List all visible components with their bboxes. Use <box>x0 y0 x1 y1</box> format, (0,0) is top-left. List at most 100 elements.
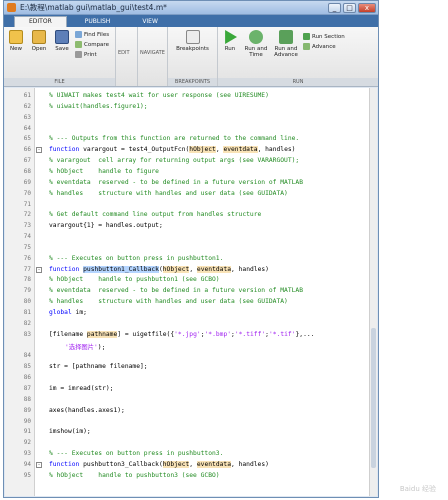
keyword: function <box>49 265 80 273</box>
code-line[interactable]: function pushbutton3_Callback(hObject, e… <box>49 460 269 468</box>
code-line[interactable]: % hObject handle to figure <box>49 168 159 175</box>
line-number: 82 <box>23 319 31 327</box>
print-button[interactable]: Print <box>75 50 109 59</box>
code-line[interactable]: imshow(im); <box>49 428 91 435</box>
tab-editor[interactable]: EDITOR <box>14 16 67 27</box>
line-number: 75 <box>23 243 31 251</box>
navigate-group[interactable]: NAVIGATE <box>138 27 168 86</box>
code-line[interactable]: % eventdata reserved - to be defined in … <box>49 287 303 294</box>
code-line[interactable]: % Get default command line output from h… <box>49 211 261 218</box>
code-line[interactable]: % handles structure with handles and use… <box>49 298 288 305</box>
param-highlight: hObject <box>162 265 190 273</box>
code-line[interactable]: % --- Executes on button press in pushbu… <box>49 255 223 262</box>
code-line[interactable]: function pushbutton1_Callback(hObject, e… <box>49 265 269 273</box>
line-number: 93 <box>23 450 31 458</box>
keyword: function <box>49 146 80 154</box>
param-highlight: hObject <box>189 146 216 154</box>
code-text: pushbutton3_Callback( <box>79 460 163 468</box>
line-number: 70 <box>23 189 31 197</box>
code-editor[interactable]: 61 62 63 64 65 66 67 68 69 70 71 72 73 74 75 76 77 78 79 80… <box>5 88 377 496</box>
param-highlight: hObject <box>162 460 190 468</box>
run-and-time-icon <box>249 30 263 44</box>
code-line[interactable]: [filename pathname] = uigetfile({'*.jpg'… <box>49 330 315 338</box>
vertical-scrollbar[interactable] <box>369 88 377 496</box>
advance-button[interactable]: Advance <box>303 42 345 51</box>
code-line[interactable]: axes(handles.axes1); <box>49 407 125 414</box>
close-button[interactable]: x <box>358 2 376 13</box>
tab-view[interactable]: VIEW <box>128 17 172 27</box>
line-number: 91 <box>23 428 31 436</box>
edit-group[interactable]: EDIT <box>116 27 138 86</box>
line-number: 94 <box>23 460 31 468</box>
code-line[interactable]: str = [pathname filename]; <box>49 363 148 370</box>
code-folding-column: - - - <box>35 88 43 496</box>
fold-toggle-icon[interactable]: - <box>36 147 42 154</box>
fold-toggle-icon[interactable]: - <box>36 266 42 273</box>
line-number: 73 <box>23 222 31 230</box>
line-number: 87 <box>23 384 31 392</box>
line-number: 68 <box>23 167 31 175</box>
window-title: E:\教程\matlab gui\matlab_gui\test4.m* <box>20 3 167 12</box>
new-icon <box>9 30 23 44</box>
code-line[interactable]: % uiwait(handles.figure1); <box>49 103 148 110</box>
line-number: 72 <box>23 211 31 219</box>
code-line[interactable]: % hObject handle to pushbutton1 (see GCB… <box>49 276 220 283</box>
tab-publish[interactable]: PUBLISH <box>71 17 125 27</box>
code-line[interactable]: '选择图片'); <box>65 342 105 351</box>
code-line[interactable]: % hObject handle to pushbutton3 (see GCB… <box>49 472 220 479</box>
matlab-app-icon <box>7 3 16 12</box>
fold-toggle-icon[interactable]: - <box>36 461 42 468</box>
code-line[interactable]: varargout{1} = handles.output; <box>49 222 163 229</box>
line-number: 84 <box>23 352 31 360</box>
code-line[interactable]: % --- Outputs from this function are ret… <box>49 135 299 142</box>
run-section-button[interactable]: Run Section <box>303 32 345 41</box>
line-number: 85 <box>23 363 31 371</box>
code-text: },... <box>295 330 315 338</box>
ribbon: New Open Save Find Files Compare Print F… <box>4 27 378 87</box>
line-number: 66 <box>23 146 31 154</box>
line-number: 83 <box>23 330 31 338</box>
line-number: 95 <box>23 471 31 479</box>
param-highlight: eventdata <box>196 265 232 273</box>
play-icon <box>225 30 237 44</box>
matlab-editor-window: E:\教程\matlab gui\matlab_gui\test4.m* _ □… <box>3 0 379 498</box>
code-text: , handles) <box>231 265 269 273</box>
compare-button[interactable]: Compare <box>75 40 109 49</box>
line-number: 74 <box>23 233 31 241</box>
code-line[interactable]: % UIWAIT makes test4 wait for user respo… <box>49 92 269 99</box>
line-number: 71 <box>23 200 31 208</box>
code-area[interactable]: % UIWAIT makes test4 wait for user respo… <box>43 88 369 496</box>
line-number: 78 <box>23 276 31 284</box>
code-line[interactable]: % eventdata reserved - to be defined in … <box>49 179 303 186</box>
code-line[interactable]: function varargout = test4_OutputFcn(hOb… <box>49 146 295 154</box>
minimize-button[interactable]: _ <box>328 2 341 13</box>
line-number: 64 <box>23 124 31 132</box>
code-line[interactable]: % varargout cell array for returning out… <box>49 157 299 164</box>
maximize-button[interactable]: □ <box>343 2 356 13</box>
code-line[interactable]: % --- Executes on button press in pushbu… <box>49 450 223 457</box>
keyword: function <box>49 460 80 468</box>
line-number: 67 <box>23 157 31 165</box>
breakpoints-icon <box>185 30 200 44</box>
param-highlight: eventdata <box>196 460 232 468</box>
code-line[interactable]: im = imread(str); <box>49 385 113 392</box>
run-group: Run Run and Time Run and Advance Run Sec… <box>218 27 378 86</box>
string-literal: '*.jpg' <box>174 330 201 338</box>
selected-function-name: pushbutton1_Callback <box>83 265 159 273</box>
line-number: 77 <box>23 265 31 273</box>
line-number: 88 <box>23 395 31 403</box>
code-line[interactable]: global im; <box>49 309 87 316</box>
edit-group-label: EDIT <box>118 50 130 56</box>
find-files-icon <box>75 31 82 38</box>
line-number: 80 <box>23 298 31 306</box>
line-number: 65 <box>23 135 31 143</box>
run-group-label: RUN <box>218 78 378 86</box>
line-number: 62 <box>23 102 31 110</box>
string-literal: '选择图片' <box>65 343 98 351</box>
code-line[interactable]: % handles structure with handles and use… <box>49 190 288 197</box>
find-files-button[interactable]: Find Files <box>75 30 109 39</box>
code-text: , handles) <box>231 460 269 468</box>
code-text: ); <box>97 343 106 351</box>
advance-icon <box>303 43 310 50</box>
scrollbar-thumb[interactable] <box>371 328 376 468</box>
